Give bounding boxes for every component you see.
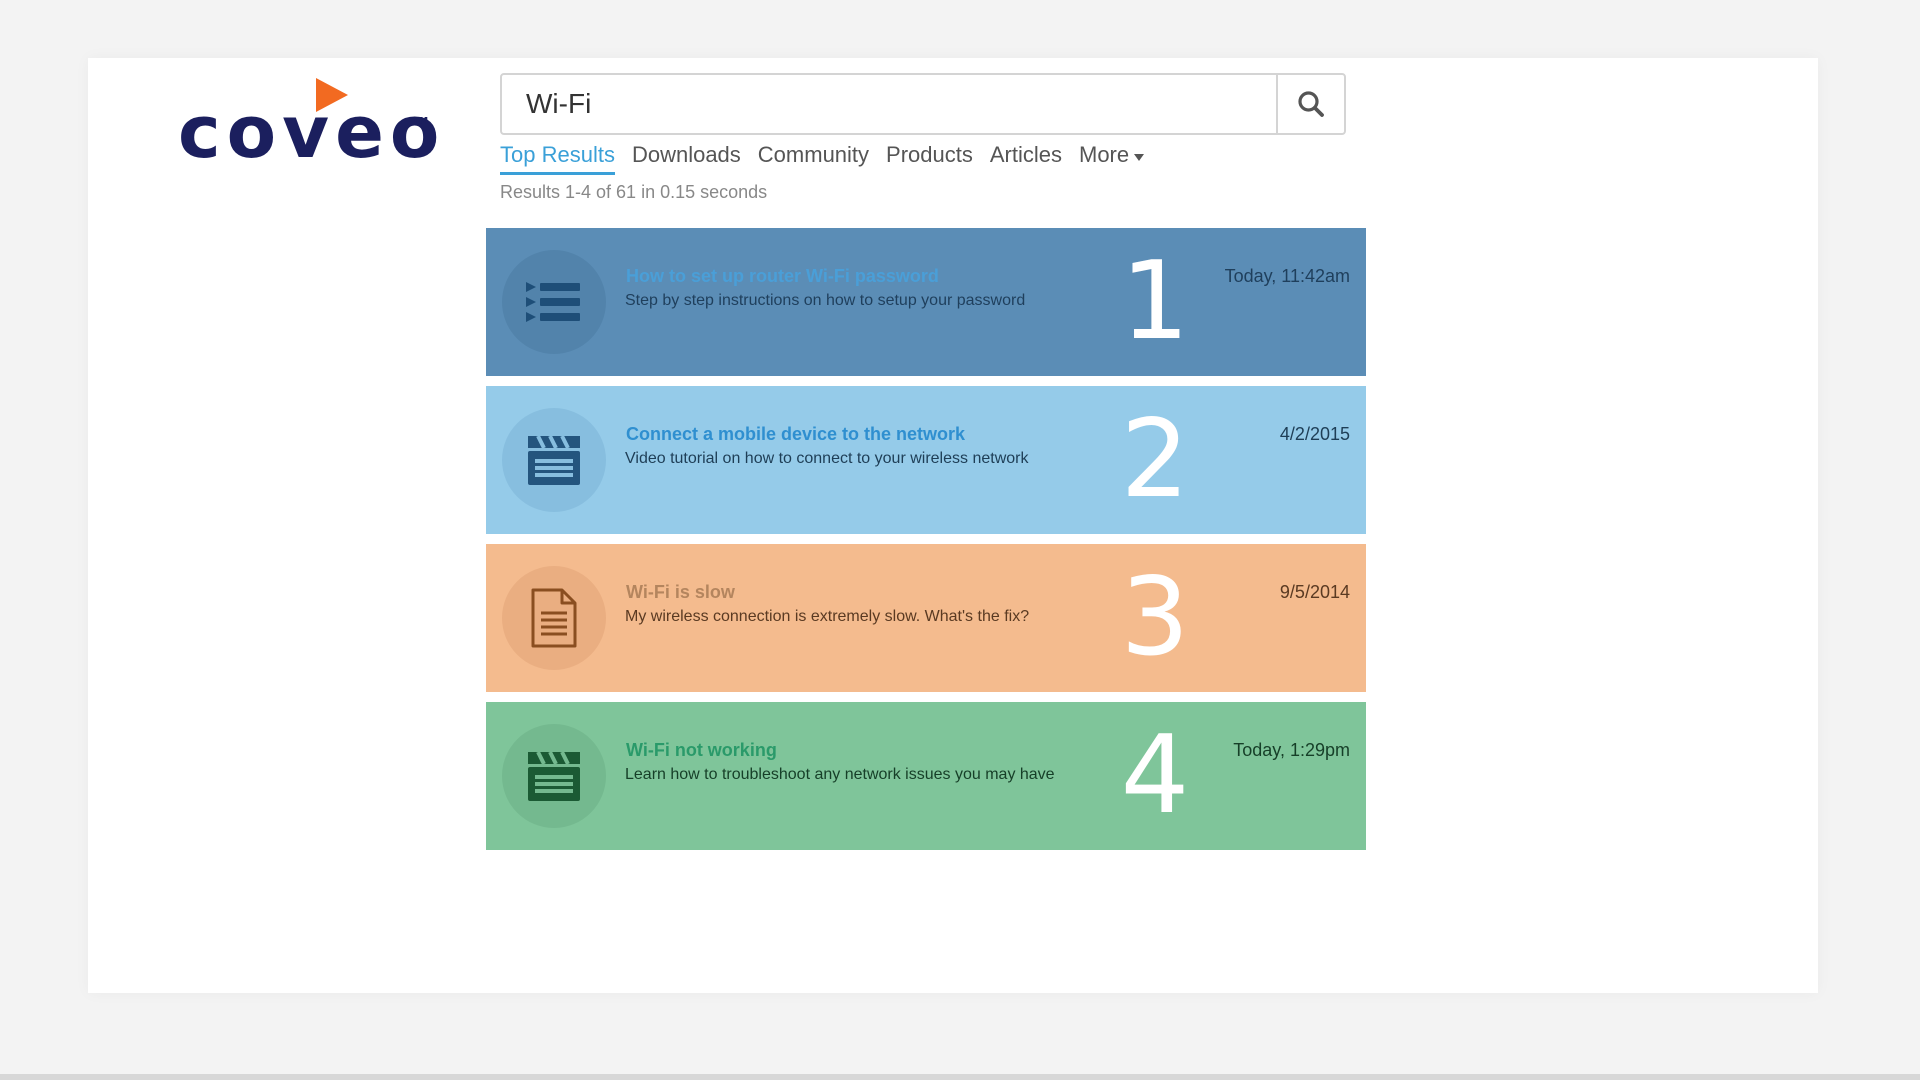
result-excerpt: Learn how to troubleshoot any network is… <box>625 766 1055 783</box>
result-title-link[interactable]: Wi-Fi not working <box>626 740 777 761</box>
tab-articles[interactable]: Articles <box>990 142 1062 172</box>
bottom-edge <box>0 1074 1920 1080</box>
result-rank: 4 <box>1120 713 1190 838</box>
result-date: 9/5/2014 <box>1279 582 1350 602</box>
list-icon <box>526 282 580 322</box>
tab-community[interactable]: Community <box>758 142 869 172</box>
result-tabs: Top Results Downloads Community Products… <box>500 142 1161 178</box>
result-icon-circle <box>502 724 606 828</box>
result-icon-circle <box>502 408 606 512</box>
caret-down-icon <box>1134 153 1145 161</box>
tab-more[interactable]: More <box>1079 142 1145 172</box>
result-title-link[interactable]: Wi-Fi is slow <box>626 582 735 603</box>
result-rank: 2 <box>1120 397 1190 522</box>
document-icon <box>531 588 577 648</box>
result-excerpt: Video tutorial on how to connect to your… <box>625 450 1029 467</box>
result-excerpt: My wireless connection is extremely slow… <box>625 608 1030 625</box>
result-card[interactable]: Wi-Fi is slow My wireless connection is … <box>486 544 1366 692</box>
search-box <box>500 73 1346 135</box>
result-card[interactable]: Wi-Fi not working Learn how to troublesh… <box>486 702 1366 850</box>
tab-downloads[interactable]: Downloads <box>632 142 741 172</box>
result-title-link[interactable]: How to set up router Wi-Fi password <box>626 266 939 287</box>
result-card[interactable]: How to set up router Wi-Fi password Step… <box>486 228 1366 376</box>
result-rank: 1 <box>1120 239 1190 364</box>
tab-products[interactable]: Products <box>886 142 973 172</box>
search-icon <box>1298 91 1324 117</box>
search-input[interactable] <box>502 75 1278 133</box>
result-date: Today, 1:29pm <box>1233 740 1350 760</box>
coveo-logo[interactable]: coveo ™ <box>178 78 448 168</box>
result-title-link[interactable]: Connect a mobile device to the network <box>626 424 965 445</box>
tab-top-results[interactable]: Top Results <box>500 142 615 175</box>
tab-more-label: More <box>1079 142 1130 167</box>
results-list: How to set up router Wi-Fi password Step… <box>486 228 1366 860</box>
result-excerpt: Step by step instructions on how to setu… <box>625 292 1026 309</box>
logo-wordmark: coveo <box>178 90 446 174</box>
result-date: 4/2/2015 <box>1279 424 1350 444</box>
result-icon-circle <box>502 566 606 670</box>
search-button[interactable] <box>1276 75 1344 133</box>
result-icon-circle <box>502 250 606 354</box>
results-summary: Results 1-4 of 61 in 0.15 seconds <box>500 182 768 202</box>
result-rank: 3 <box>1120 555 1190 680</box>
result-card[interactable]: Connect a mobile device to the network V… <box>486 386 1366 534</box>
clapperboard-icon <box>528 751 580 801</box>
result-date: Today, 11:42am <box>1224 266 1350 286</box>
trademark-symbol: ™ <box>410 114 432 139</box>
clapperboard-icon <box>528 435 580 485</box>
